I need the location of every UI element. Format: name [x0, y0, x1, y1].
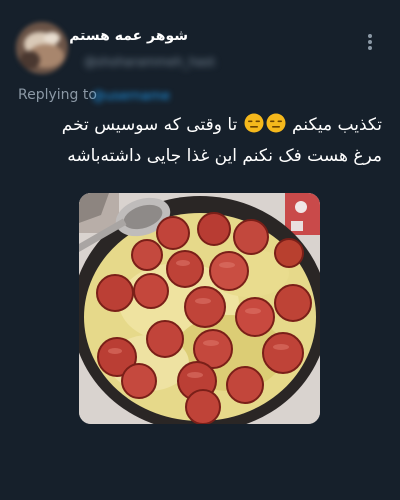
tweet-text-line-2: مرغ هست فک نکنم این غذا جایی داشته‌باشه: [67, 146, 382, 166]
author-handle[interactable]: @shoharammeh_hastam: [84, 55, 216, 69]
sausage-omelette-image: [79, 193, 320, 424]
tweet-text-segment: تا وقتی که سوسیس تخم: [61, 115, 238, 135]
tweet-text-segment: تکذیب میکنم: [292, 115, 382, 135]
avatar-image: [16, 22, 68, 74]
avatar[interactable]: [16, 22, 68, 74]
tweet-text: تکذیب میکنم تا وقتی که سوسیس تخم مرغ هست…: [18, 110, 382, 172]
tweet-text-line-1: تکذیب میکنم تا وقتی که سوسیس تخم: [18, 110, 382, 141]
more-options-button[interactable]: [360, 30, 380, 54]
author-display-name[interactable]: شوهر عمه هستم: [69, 28, 188, 44]
tweet-photo[interactable]: [79, 193, 320, 424]
replying-to-handle[interactable]: @username: [92, 89, 176, 103]
replying-to-label: Replying to: [18, 87, 97, 103]
more-vertical-icon: [368, 34, 372, 50]
tweet[interactable]: شوهر عمه هستم @shoharammeh_hastam Replyi…: [0, 0, 400, 500]
expressionless-face-icon: [244, 113, 264, 133]
expressionless-face-icon: [266, 113, 286, 133]
